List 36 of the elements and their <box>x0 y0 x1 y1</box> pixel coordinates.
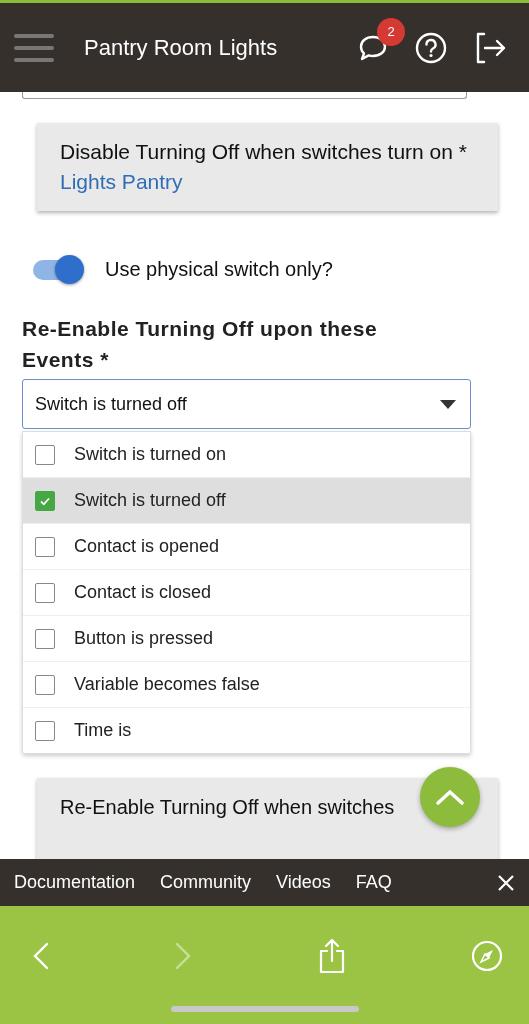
help-icon[interactable] <box>415 31 447 64</box>
toggle-label: Use physical switch only? <box>105 258 333 281</box>
card-title: Re-Enable Turning Off when switches <box>60 795 395 820</box>
chevron-up-icon <box>435 788 465 806</box>
back-icon[interactable] <box>32 942 50 970</box>
footer-link[interactable]: Videos <box>276 872 331 893</box>
dropdown-option[interactable]: Switch is turned off <box>23 478 470 524</box>
caret-icon <box>440 399 456 409</box>
device-link[interactable]: Lights Pantry <box>60 167 474 197</box>
device-card[interactable]: Disable Turning Off when switches turn on * Lights Pantry <box>37 123 498 211</box>
dropdown-option[interactable]: Contact is closed <box>23 570 470 616</box>
close-icon[interactable] <box>497 873 515 892</box>
input-field[interactable] <box>22 92 467 99</box>
dropdown-option[interactable]: Time is <box>23 708 470 753</box>
menu-icon[interactable] <box>14 32 56 63</box>
footer-link[interactable]: Documentation <box>14 872 136 893</box>
checkbox[interactable] <box>35 444 55 465</box>
notification-badge: 2 <box>377 17 405 46</box>
dropdown-option[interactable]: Contact is opened <box>23 524 470 570</box>
dropdown-option[interactable]: Button is pressed <box>23 616 470 662</box>
dropdown-option[interactable]: Variable becomes false <box>23 662 470 708</box>
field-label: Re-Enable Turning Off upon these Events * <box>22 316 379 373</box>
page-title: Pantry Room Lights <box>84 34 279 61</box>
checkbox[interactable] <box>35 536 55 557</box>
compass-icon[interactable] <box>471 940 503 972</box>
checkbox[interactable] <box>35 720 55 741</box>
checkbox[interactable] <box>35 582 55 603</box>
checkbox[interactable] <box>35 490 55 511</box>
checkbox[interactable] <box>35 674 55 695</box>
card-title: Disable Turning Off when switches turn on * <box>60 139 468 165</box>
checkbox[interactable] <box>35 628 55 649</box>
settings-card[interactable]: Re-Enable Turning Off when switches <box>37 778 498 859</box>
footer-link[interactable]: FAQ <box>355 872 392 893</box>
scroll-up-button[interactable] <box>420 767 480 827</box>
footer-link[interactable]: Community <box>160 872 252 893</box>
events-select[interactable]: Switch is turned off <box>22 379 471 429</box>
